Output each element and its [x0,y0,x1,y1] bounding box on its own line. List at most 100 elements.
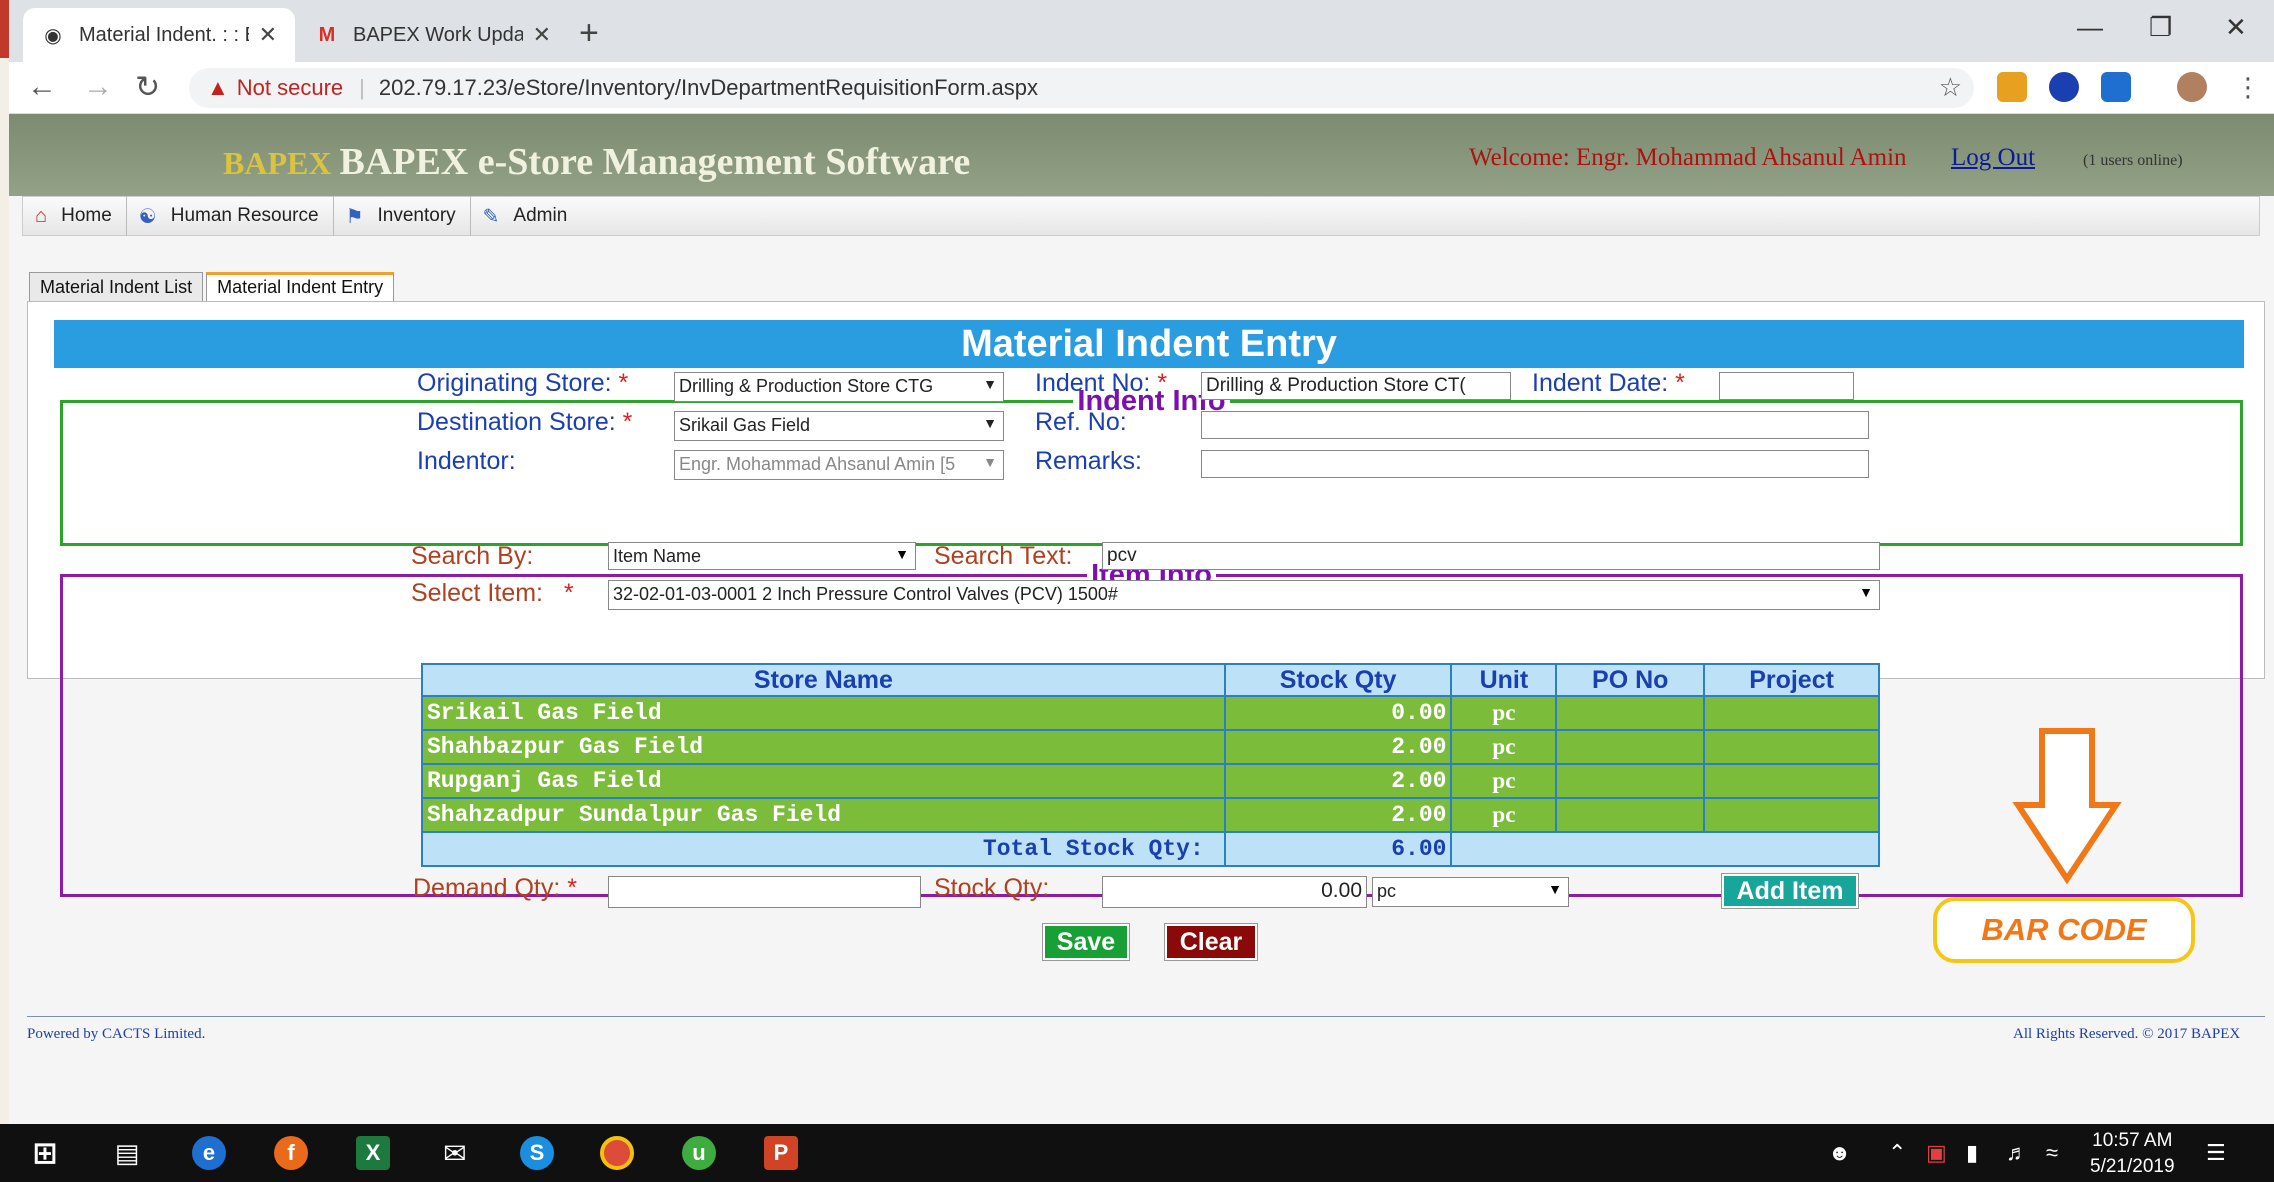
mail-icon[interactable]: ✉ [438,1136,472,1170]
indent-date-field[interactable] [1719,372,1854,400]
reload-icon[interactable]: ↻ [135,70,160,105]
indent-no-field[interactable]: Drilling & Production Store CT( [1201,372,1511,400]
demand-qty-field[interactable] [608,876,921,908]
footer-divider [27,1016,2265,1017]
indent-info-section: Indent Info [60,385,2243,546]
originating-store-select[interactable]: Drilling & Production Store CTG ▼ [674,372,1004,402]
stock-qty-field[interactable]: 0.00 [1102,876,1367,908]
url-text: 202.79.17.23/eStore/Inventory/InvDepartm… [378,75,1039,100]
unit-select[interactable]: pc ▼ [1372,877,1569,907]
menu-item-home[interactable]: ⌂ Home [23,196,127,236]
table-row[interactable]: Shahbazpur Gas Field 2.00 pc [421,729,1880,765]
utorrent-icon[interactable]: u [682,1136,716,1170]
po-no-cell [1555,797,1706,833]
add-item-button[interactable]: Add Item [1721,873,1859,909]
store-name-cell: Shahzadpur Sundalpur Gas Field [421,797,1226,833]
browser-tab-gmail[interactable]: M BAPEX Work Update - ahsanbape ✕ [297,8,569,62]
total-label: Total Stock Qty: [421,831,1226,867]
tab-title: Material Indent. : : BAPEX e-Store [79,23,249,46]
notifications-icon[interactable]: ☰ [2206,1140,2226,1166]
menu-item-human-resource[interactable]: ☯ Human Resource [127,196,334,236]
tab-material-indent-list[interactable]: Material Indent List [29,272,204,302]
copyright-text: All Rights Reserved. © 2017 BAPEX [2013,1026,2241,1042]
powerpoint-icon[interactable]: P [764,1136,798,1170]
clear-button[interactable]: Clear [1164,923,1258,961]
unit-cell: pc [1450,695,1558,731]
remarks-field[interactable] [1201,450,1869,478]
ref-no-label: Ref. No: [1035,408,1127,436]
menu-kebab-icon[interactable]: ⋮ [2235,72,2261,103]
people-icon[interactable]: ☻ [1828,1140,1851,1166]
extension-icon[interactable] [1997,72,2027,102]
battery-icon[interactable]: ▮ [1966,1140,1978,1166]
chevron-down-icon: ▼ [1548,881,1562,897]
excel-icon[interactable]: X [356,1136,390,1170]
ref-no-field[interactable] [1201,411,1869,439]
powered-by-text: Powered by CACTS Limited. [27,1026,206,1042]
taskbar-clock[interactable]: 10:57 AM 5/21/2019 [2090,1128,2175,1180]
chevron-down-icon: ▼ [895,546,909,562]
browser-tab-estore[interactable]: ◉ Material Indent. : : BAPEX e-Store ✕ [23,8,295,62]
store-name-cell: Shahbazpur Gas Field [421,729,1226,765]
volume-icon[interactable]: ♬ [2006,1140,2028,1166]
menu-item-admin[interactable]: ✎ Admin [471,196,582,236]
column-header: Project [1703,663,1880,697]
chrome-icon[interactable] [600,1136,634,1170]
new-tab-button[interactable]: + [579,14,599,53]
minimize-icon[interactable]: — [2077,12,2103,43]
skype-icon[interactable]: S [520,1136,554,1170]
tray-chevron-icon[interactable]: ⌃ [1888,1140,1906,1166]
tab-material-indent-entry[interactable]: Material Indent Entry [206,272,395,302]
search-by-select[interactable]: Item Name ▼ [608,542,916,570]
close-tab-icon[interactable]: ✕ [533,22,551,48]
table-row[interactable]: Shahzadpur Sundalpur Gas Field 2.00 pc [421,797,1880,833]
gmail-icon: M [318,23,336,46]
site-banner: BAPEX BAPEX e-Store Management Software W… [9,114,2274,196]
column-header: Store Name [421,663,1226,697]
security-tray-icon[interactable]: ▣ [1926,1140,1947,1166]
extension-icon[interactable] [2101,72,2131,102]
task-view-icon[interactable]: ▤ [110,1136,144,1170]
po-no-cell [1555,695,1706,731]
indent-date-label: Indent Date: * [1532,369,1685,397]
close-tab-icon[interactable]: ✕ [259,22,277,48]
select-item-select[interactable]: 32-02-01-03-0001 2 Inch Pressure Control… [608,580,1880,610]
chevron-down-icon: ▼ [1859,584,1873,600]
indentor-select[interactable]: Engr. Mohammad Ahsanul Amin [5 ▼ [674,450,1004,480]
close-window-icon[interactable]: ✕ [2225,12,2247,43]
destination-store-label: Destination Store: * [417,408,633,436]
url-field[interactable]: ▲ Not secure | 202.79.17.23/eStore/Inven… [189,68,1974,108]
originating-store-label: Originating Store: * [417,369,629,397]
project-cell [1703,729,1880,765]
chevron-down-icon: ▼ [983,454,997,470]
menu-item-inventory[interactable]: ⚑ Inventory [334,196,471,236]
stock-qty-cell: 0.00 [1223,695,1453,731]
inventory-icon: ⚑ [345,205,364,228]
back-icon[interactable]: ← [27,70,57,104]
online-count: (1 users online) [2083,152,2183,169]
windows-taskbar: ⊞ ▤ e f X ✉ S u P ☻ ⌃ ▣ ▮ ♬ ≈ 10:57 AM 5… [0,1124,2274,1182]
logout-link[interactable]: Log Out [1951,144,2035,172]
destination-store-select[interactable]: Srikail Gas Field ▼ [674,411,1004,441]
stock-table: Store Name Stock Qty Unit PO No Project … [421,663,1880,867]
column-header: PO No [1555,663,1706,697]
firefox-icon[interactable]: f [274,1136,308,1170]
bapex-logo-mark: BAPEX [223,145,332,181]
extension-icon[interactable] [2049,72,2079,102]
stock-qty-cell: 2.00 [1223,729,1453,765]
total-empty-cell [1450,831,1880,867]
table-row[interactable]: Srikail Gas Field 0.00 pc [421,695,1880,731]
edge-icon[interactable]: e [192,1136,226,1170]
profile-avatar[interactable] [2177,72,2207,102]
welcome-text: Welcome: Engr. Mohammad Ahsanul Amin [1469,144,1907,171]
save-button[interactable]: Save [1042,923,1130,961]
search-text-field[interactable]: pcv [1102,542,1880,570]
windows-start-icon[interactable]: ⊞ [28,1136,62,1170]
bookmark-star-icon[interactable]: ☆ [1939,72,1962,103]
page-tabs: Material Indent List Material Indent Ent… [29,272,397,302]
restore-icon[interactable]: ❐ [2149,12,2172,43]
wifi-icon[interactable]: ≈ [2046,1140,2058,1166]
forward-icon[interactable]: → [83,70,113,104]
table-row[interactable]: Rupganj Gas Field 2.00 pc [421,763,1880,799]
menu-label: Inventory [377,205,456,226]
